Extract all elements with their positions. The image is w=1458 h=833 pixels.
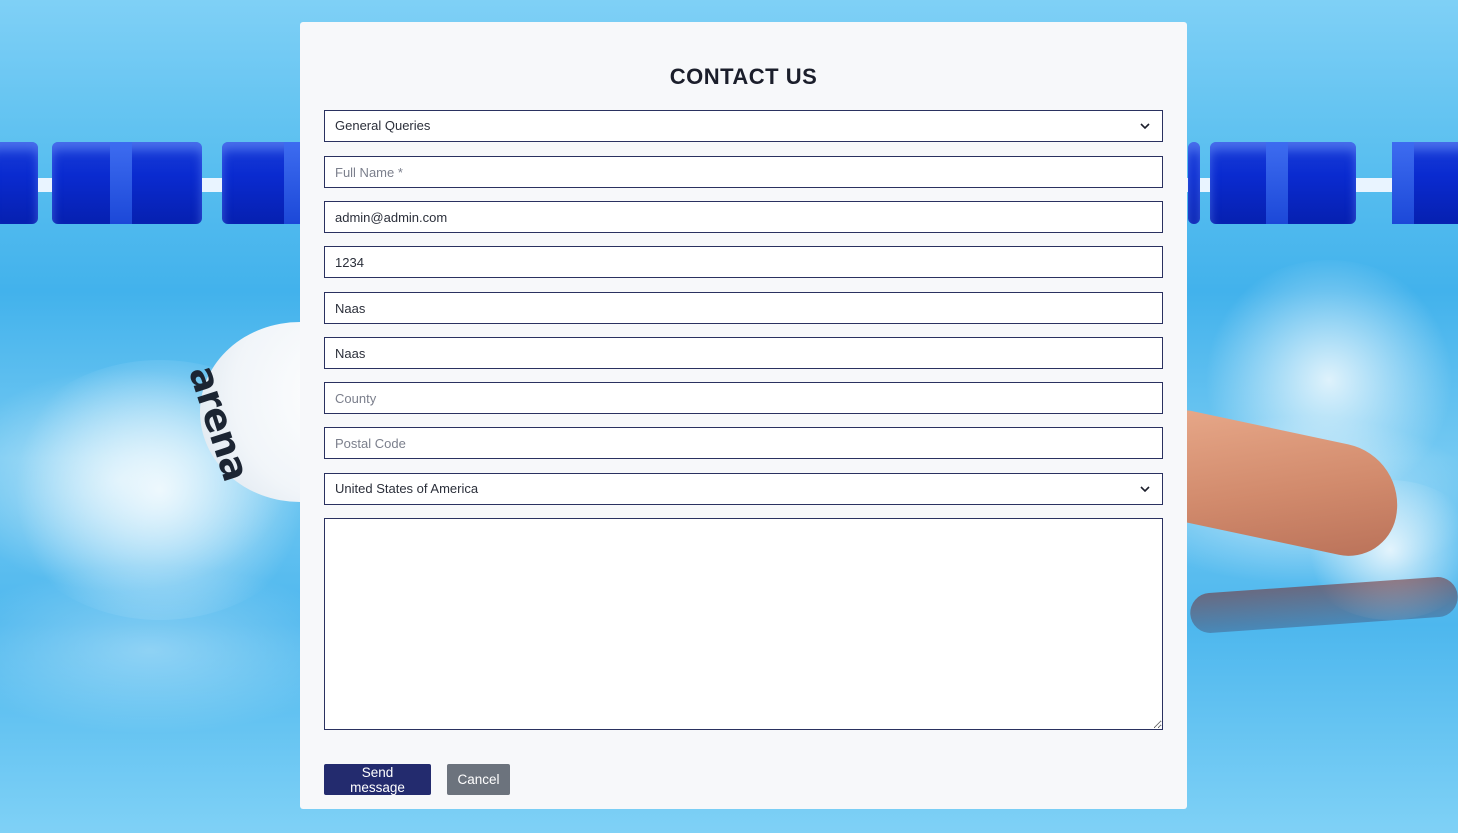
chevron-down-icon [1138, 482, 1152, 496]
contact-form-card: CONTACT US General Queries United States… [300, 22, 1187, 809]
lane-float [222, 142, 312, 224]
lane-float [1188, 142, 1200, 224]
chevron-down-icon [1138, 119, 1152, 133]
country-value: United States of America [335, 481, 479, 496]
query-type-value: General Queries [335, 118, 431, 133]
lane-float [0, 142, 38, 224]
lane-float [1210, 142, 1356, 224]
country-select[interactable]: United States of America [324, 473, 1163, 505]
lane-float [1392, 142, 1458, 224]
send-message-button[interactable]: Send message [324, 764, 431, 795]
county-field[interactable] [324, 382, 1163, 414]
phone-field[interactable] [324, 246, 1163, 278]
cancel-button[interactable]: Cancel [447, 764, 510, 795]
full-name-field[interactable] [324, 156, 1163, 188]
page-title: CONTACT US [669, 64, 818, 89]
email-field[interactable] [324, 201, 1163, 233]
lane-float [52, 142, 202, 224]
swimmer-body [1188, 575, 1458, 635]
address-field[interactable] [324, 292, 1163, 324]
query-type-select[interactable]: General Queries [324, 110, 1163, 142]
city-field[interactable] [324, 337, 1163, 369]
postal-code-field[interactable] [324, 427, 1163, 459]
message-textarea[interactable] [324, 518, 1163, 730]
